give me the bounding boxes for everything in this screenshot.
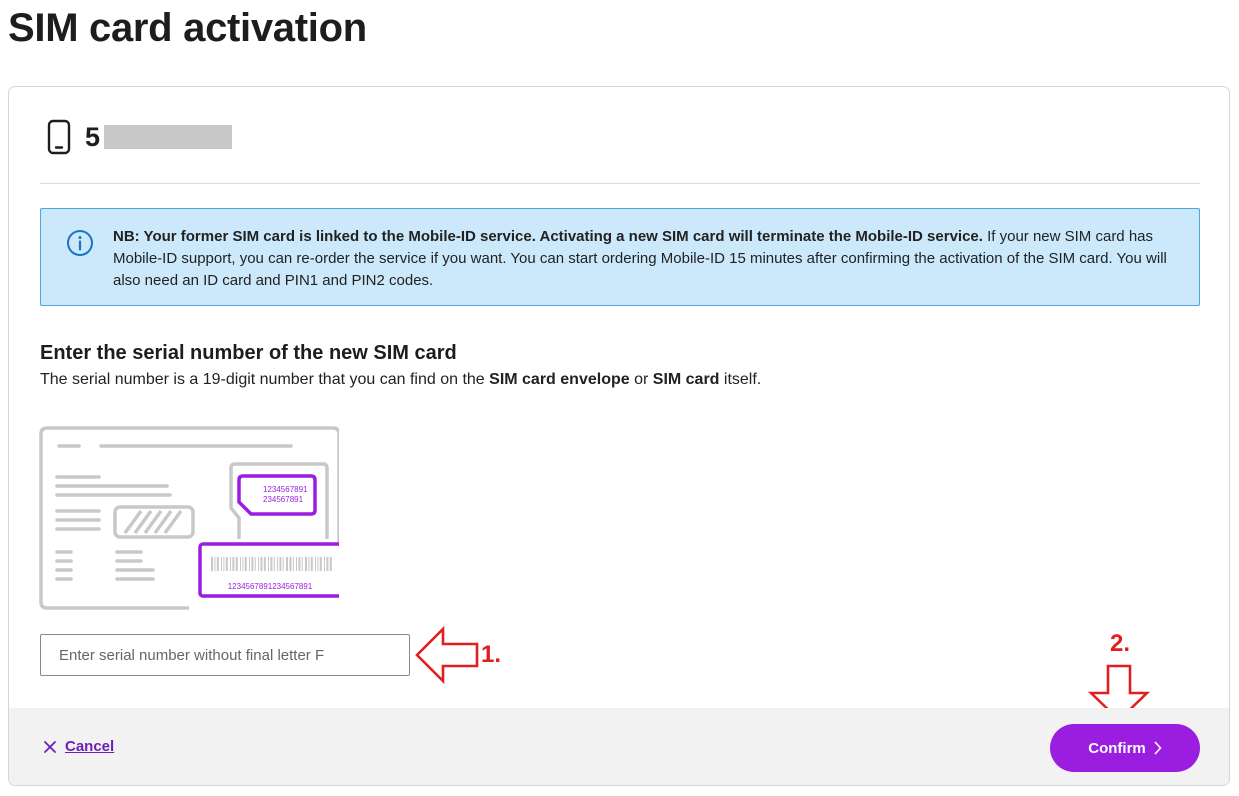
barcode-bar [329,557,332,571]
barcode-bar [286,557,288,571]
desc-bold-sim: SIM card [652,371,720,388]
barcode-bar [273,557,275,571]
barcode-bar [254,557,256,571]
barcode-bar [249,557,250,571]
barcode-bar [242,557,244,571]
barcode-bar [270,557,273,571]
barcode-bar [319,557,322,571]
card-footer: Cancel Confirm [9,708,1229,785]
barcode-bar [292,557,294,571]
barcode-bar [289,557,292,571]
confirm-button[interactable]: Confirm [1050,724,1200,772]
barcode-bar [216,557,219,571]
step-2-annotation: 2. [1110,630,1131,657]
barcode-bar [258,557,259,571]
desc-text: or [629,371,653,388]
barcode-bar [301,557,303,571]
serial-section-description: The serial number is a 19-digit number t… [40,371,761,389]
cancel-link[interactable]: Cancel [43,738,114,755]
barcode-bar [214,557,216,571]
desc-text: itself. [719,371,762,388]
redacted-phone-digits [104,125,233,149]
barcode-bar [305,557,307,571]
activation-card: 5 NB: Your former SIM card is linked to … [8,86,1230,786]
sim-serial-line-1: 1234567891 [263,485,308,494]
barcode-bar [211,557,213,571]
divider [40,183,1200,184]
barcode-bar [230,557,231,571]
barcode-serial-number: 1234567891234567891 [228,582,313,591]
desc-bold-envelope: SIM card envelope [489,371,630,388]
barcode-bar [232,557,235,571]
barcode-bar [296,557,297,571]
cancel-label: Cancel [65,738,115,755]
barcode-bar [282,557,284,571]
barcode-bar [279,557,282,571]
barcode-bar [298,557,301,571]
barcode-bar [310,557,313,571]
barcode-bar [326,557,329,571]
notice-bold-text: NB: Your former SIM card is linked to th… [113,228,983,245]
barcode-bar [277,557,278,571]
barcode-bar [260,557,263,571]
barcode-bar [263,557,266,571]
barcode-bar [324,557,325,571]
close-icon [44,740,56,753]
barcode-bar [308,557,310,571]
barcode-bar [251,557,254,571]
serial-section-title: Enter the serial number of the new SIM c… [40,342,457,364]
barcode-bar [221,557,222,571]
phone-row: 5 [47,119,233,155]
phone-number: 5 [85,121,101,152]
desc-text: The serial number is a 19-digit number t… [40,371,490,388]
sim-serial-line-2: 234567891 [263,495,304,504]
mobile-phone-icon [47,119,71,155]
barcode-bar [225,557,228,571]
barcode-bar [235,557,238,571]
chevron-right-icon [1154,741,1162,755]
mobile-id-notice: NB: Your former SIM card is linked to th… [40,208,1200,306]
barcode-bar [244,557,247,571]
barcode-bar [240,557,241,571]
arrow-left-icon [415,625,479,685]
sim-card-envelope-illustration: 1234567891 234567891 1234567891234567891 [39,426,339,610]
serial-number-input[interactable] [40,634,410,676]
barcode-bar [315,557,316,571]
step-1-annotation: 1. [481,641,502,668]
barcode-bar [317,557,319,571]
page-title: SIM card activation [8,6,367,50]
confirm-label: Confirm [1088,739,1146,757]
barcode-bar [268,557,269,571]
info-icon [67,230,93,256]
barcode-bar [223,557,225,571]
